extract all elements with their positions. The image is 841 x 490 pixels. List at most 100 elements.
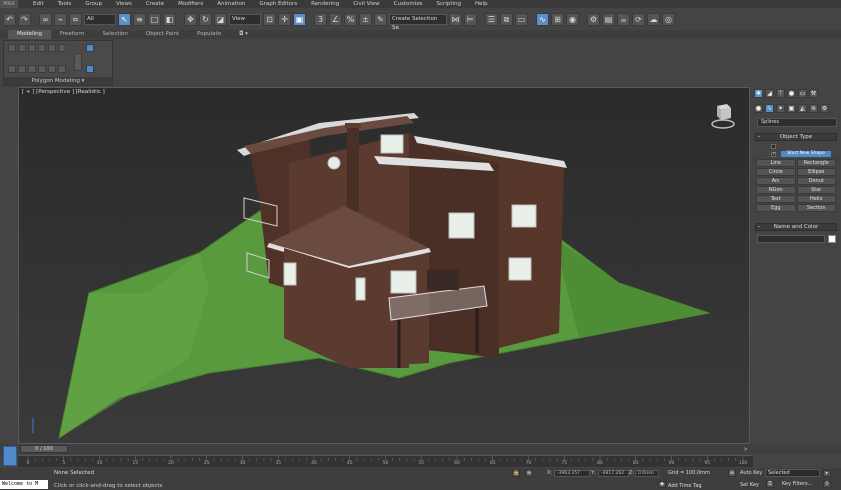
ribbon-tool-icon[interactable] <box>38 65 46 73</box>
rectangle-button[interactable]: Rectangle <box>796 159 836 167</box>
move-icon[interactable]: ✥ <box>184 12 197 26</box>
motion-tab-icon[interactable]: ● <box>787 89 796 98</box>
rect-selection-icon[interactable]: □ <box>148 12 161 26</box>
pivot-center-icon[interactable]: ⊡ <box>263 12 276 26</box>
bind-spacewarp-icon[interactable]: ≈ <box>69 12 82 26</box>
ribbon-tool-icon[interactable] <box>18 65 26 73</box>
set-key-button[interactable]: Set Key <box>740 482 759 488</box>
ribbon-tool-icon[interactable] <box>48 44 56 52</box>
ribbon-tool-icon[interactable] <box>86 65 94 73</box>
time-tag-icon[interactable]: ◆ <box>658 481 666 488</box>
keyboard-shortcut-icon[interactable]: ▣ <box>293 12 306 26</box>
named-selection-dropdown[interactable]: Create Selection Se <box>389 13 447 31</box>
menu-civil-view[interactable]: Civil View <box>346 0 386 8</box>
time-slider-thumb[interactable]: 0 / 100 <box>20 445 68 453</box>
scene-explorer-icon[interactable]: ☰ <box>485 12 498 26</box>
menu-group[interactable]: Group <box>78 0 109 8</box>
angle-snap-icon[interactable]: ∠ <box>329 12 342 26</box>
menu-modifiers[interactable]: Modifiers <box>171 0 210 8</box>
menu-create[interactable]: Create <box>139 0 171 8</box>
egg-button[interactable]: Egg <box>756 204 796 212</box>
redo-icon[interactable]: ↷ <box>18 12 31 26</box>
select-by-name-icon[interactable]: ≡ <box>133 12 146 26</box>
menu-rendering[interactable]: Rendering <box>304 0 346 8</box>
spinner-snap-icon[interactable]: ± <box>359 12 372 26</box>
ribbon-tool-icon[interactable] <box>58 44 66 52</box>
ribbon-tool-icon[interactable] <box>58 65 66 73</box>
tab-modeling[interactable]: Modeling <box>8 30 52 39</box>
menu-tools[interactable]: Tools <box>51 0 79 8</box>
time-slider[interactable]: < 0 / 100 > <box>0 444 841 454</box>
viewport-label[interactable]: [ + ] [Perspective ] [Realistic ] <box>22 89 105 95</box>
line-button[interactable]: Line <box>756 159 796 167</box>
ngon-button[interactable]: NGon <box>756 186 796 194</box>
systems-icon[interactable]: ⚙ <box>820 104 829 113</box>
key-selection-dropdown[interactable]: Selected <box>765 469 820 477</box>
shapes-icon[interactable]: ∿ <box>765 104 774 113</box>
circle-button[interactable]: Circle <box>756 168 796 176</box>
key-mode-icon[interactable]: ⊞ <box>728 470 736 477</box>
ribbon-tool-icon[interactable] <box>18 44 26 52</box>
track-bar[interactable]: 0 5 10 15 20 25 30 35 40 45 50 55 60 65 70 75 80 85 90 95 10… <box>18 455 753 467</box>
app-logo-icon[interactable]: MAX <box>0 0 18 8</box>
time-slider-next-icon[interactable]: > <box>743 446 748 453</box>
tab-object-paint[interactable]: Object Paint <box>137 30 188 39</box>
ribbon-tool-icon[interactable] <box>38 44 46 52</box>
edit-named-selection-icon[interactable]: ✎ <box>374 12 387 26</box>
ribbon-tool-icon[interactable] <box>28 44 36 52</box>
window-crossing-icon[interactable]: ◧ <box>163 12 176 26</box>
mini-curve-editor-button[interactable] <box>3 446 17 466</box>
modify-tab-icon[interactable]: ◢ <box>765 89 774 98</box>
perspective-viewport[interactable]: [ + ] [Perspective ] [Realistic ] <box>18 87 750 444</box>
percent-snap-icon[interactable]: % <box>344 12 357 26</box>
start-new-shape-label[interactable]: Start New Shape <box>781 151 831 157</box>
name-and-color-rollout[interactable]: - Name and Color <box>755 223 837 231</box>
material-editor-icon[interactable]: ◉ <box>566 12 579 26</box>
menu-graph-editors[interactable]: Graph Editors <box>252 0 304 8</box>
helpers-icon[interactable]: ◭ <box>798 104 807 113</box>
link-icon[interactable]: ∞ <box>39 12 52 26</box>
menu-scripting[interactable]: Scripting <box>430 0 468 8</box>
environment-icon[interactable]: ◎ <box>662 12 675 26</box>
key-filters-button[interactable]: Key Filters... <box>782 481 812 487</box>
render-iterative-icon[interactable]: ⟳ <box>632 12 645 26</box>
donut-button[interactable]: Donut <box>796 177 836 185</box>
schematic-view-icon[interactable]: ⊞ <box>551 12 564 26</box>
ribbon-tool-icon[interactable] <box>86 44 94 52</box>
mirror-icon[interactable]: ⋈ <box>449 12 462 26</box>
frame-counter-icon[interactable]: 0 <box>823 481 831 488</box>
object-name-field[interactable] <box>757 235 825 243</box>
menu-customize[interactable]: Customize <box>387 0 430 8</box>
scale-icon[interactable]: ◪ <box>214 12 227 26</box>
y-coord-field[interactable]: -4817.262 <box>598 470 629 477</box>
cameras-icon[interactable]: ▣ <box>787 104 796 113</box>
menu-help[interactable]: Help <box>468 0 495 8</box>
ellipse-button[interactable]: Ellipse <box>796 168 836 176</box>
arc-button[interactable]: Arc <box>756 177 796 185</box>
ribbon-toggle-icon[interactable]: ▭ <box>515 12 528 26</box>
curve-editor-icon[interactable]: ∿ <box>536 12 549 26</box>
undo-icon[interactable]: ↶ <box>3 12 16 26</box>
auto-key-button[interactable]: Auto Key <box>740 470 762 476</box>
unlink-icon[interactable]: ⌁ <box>54 12 67 26</box>
lock-selection-icon[interactable]: 🔒 <box>512 470 520 477</box>
geometry-icon[interactable]: ● <box>754 104 763 113</box>
rendered-frame-icon[interactable]: ▤ <box>602 12 615 26</box>
ribbon-options-icon[interactable]: ◘ ▾ <box>230 30 257 39</box>
manipulate-icon[interactable]: ✛ <box>278 12 291 26</box>
menu-edit[interactable]: Edit <box>26 0 51 8</box>
add-time-tag-button[interactable]: Add Time Tag <box>668 483 702 489</box>
menu-animation[interactable]: Animation <box>210 0 252 8</box>
utilities-tab-icon[interactable]: ⚒ <box>809 89 818 98</box>
select-object-icon[interactable]: ↖ <box>118 12 131 26</box>
snap-3d-icon[interactable]: 3 <box>314 12 327 26</box>
object-type-rollout[interactable]: - Object Type <box>755 133 837 141</box>
ribbon-tool-icon[interactable] <box>8 65 16 73</box>
text-button[interactable]: Text <box>756 195 796 203</box>
maxscript-listener[interactable]: Welcome to M <box>0 480 48 489</box>
autogrid-checkbox[interactable] <box>771 144 776 149</box>
ribbon-tool-icon[interactable] <box>74 53 82 71</box>
ribbon-tool-icon[interactable] <box>48 65 56 73</box>
ref-coord-dropdown[interactable]: View <box>229 13 261 25</box>
play-icon[interactable]: ▸ <box>823 470 831 477</box>
